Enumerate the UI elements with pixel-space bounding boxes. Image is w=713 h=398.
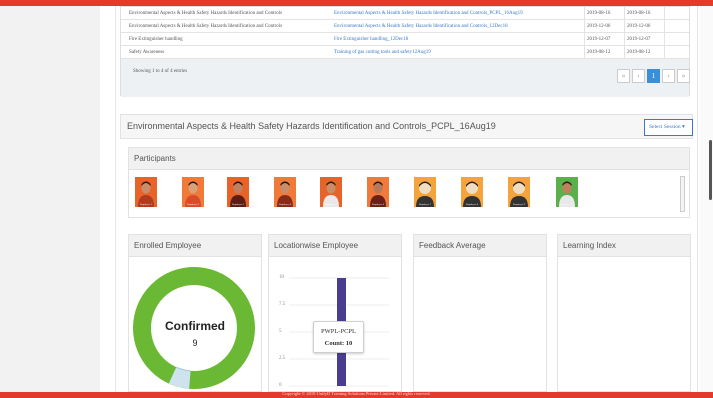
table-row[interactable]: Fire Extinguisher handling Fire Extingui…: [121, 33, 689, 46]
pager-last-button[interactable]: »: [677, 69, 690, 83]
participant-name: Employee 6: [371, 203, 384, 206]
pager-page-1-button[interactable]: 1: [647, 69, 660, 83]
start-date: 2019-12-07: [587, 37, 611, 42]
end-date: 2019-12-07: [627, 37, 651, 42]
table-row[interactable]: Environmental Aspects & Health Safety Ha…: [121, 7, 689, 20]
participant-avatar[interactable]: Employee 3: [227, 177, 249, 207]
pager-first-button[interactable]: «: [617, 69, 630, 83]
column-divider: [624, 7, 625, 59]
y-tick-label: 2.5: [279, 356, 286, 361]
course-title: Environmental Aspects & Health Safety Ha…: [129, 24, 283, 29]
column-divider: [664, 7, 665, 59]
donut-segment-other[interactable]: [168, 367, 191, 389]
participant-avatar[interactable]: Employee 2: [182, 177, 204, 207]
location-bar-chart: [289, 277, 389, 387]
y-tick-label: 10: [279, 275, 284, 280]
y-tick-label: 5: [279, 329, 282, 334]
y-tick-label: 7.5: [279, 302, 286, 307]
card-header: Learning Index: [558, 235, 690, 257]
page-scrollbar[interactable]: [700, 6, 713, 392]
participant-name: Employee 3: [231, 203, 244, 206]
participants-title: Participants: [134, 154, 176, 163]
start-date: 2019-12-06: [587, 24, 611, 29]
pagination: « ‹ 1 › »: [617, 69, 690, 83]
sessions-table: Environmental Aspects & Health Safety Ha…: [120, 6, 690, 97]
table-row[interactable]: Safety Awareness Training of gas cutting…: [121, 46, 689, 59]
participant-avatar[interactable]: Employee 6: [367, 177, 389, 207]
learning-index-card: Learning Index: [557, 234, 691, 392]
session-link[interactable]: Environmental Aspects & Health Safety Ha…: [334, 7, 584, 20]
table-row[interactable]: Environmental Aspects & Health Safety Ha…: [121, 20, 689, 33]
participant-name: Employee 5: [324, 203, 337, 206]
participant-avatar[interactable]: Employee 4: [274, 177, 296, 207]
card-title: Feedback Average: [419, 241, 486, 250]
locationwise-employee-card: Locationwise Employee 10 7.5 5 2.5 0 PWP…: [268, 234, 402, 392]
participant-name: Employee 8: [465, 203, 478, 206]
donut-center-value: 9: [192, 338, 198, 348]
y-tick-label: 0: [279, 383, 282, 388]
end-date: 2019-08-16: [627, 11, 651, 16]
start-date: 2019-08-16: [587, 11, 611, 16]
participant-name: Employee 4: [278, 203, 291, 206]
select-session-dropdown[interactable]: Select Session ▾: [644, 119, 693, 136]
tooltip-count: Count: 10: [324, 340, 353, 347]
scrollbar-thumb[interactable]: [709, 140, 712, 200]
chart-tooltip: PWPL-PCPL Count: 10: [313, 321, 364, 353]
footer: Copyright © 2019 UnifyD Training Solutio…: [0, 391, 713, 398]
participant-avatar[interactable]: Employee 9: [508, 177, 530, 207]
participant-avatar[interactable]: Employee 5: [320, 177, 342, 207]
participant-name: Employee 7: [418, 203, 431, 206]
enrolled-employee-card: Enrolled Employee Confirmed 9: [128, 234, 262, 392]
participant-avatar[interactable]: Employee 10: [556, 177, 578, 207]
enrolled-donut-chart: [133, 267, 255, 389]
participant-name: Employee 2: [186, 203, 199, 206]
participant-avatar[interactable]: Employee 1: [135, 177, 157, 207]
feedback-average-card: Feedback Average: [413, 234, 547, 392]
pager-prev-button[interactable]: ‹: [632, 69, 645, 83]
entries-info: Showing 1 to 4 of 4 entries: [133, 69, 188, 74]
end-date: 2019-12-06: [627, 24, 651, 29]
participant-name: Employee 9: [512, 203, 525, 206]
card-header: Feedback Average: [414, 235, 546, 257]
participants-scrollbar[interactable]: [680, 176, 685, 212]
session-link[interactable]: Environmental Aspects & Health Safety Ha…: [334, 20, 584, 33]
participants-list: Employee 1 Employee 2 Employee 3 Employee 4…: [128, 170, 690, 218]
donut-center-label: Confirmed: [165, 319, 225, 333]
pager-next-button[interactable]: ›: [662, 69, 675, 83]
session-header: Environmental Aspects & Health Safety Ha…: [120, 114, 693, 139]
participant-avatar[interactable]: Employee 8: [461, 177, 483, 207]
session-link[interactable]: Training of gas cutting tools and safety…: [334, 46, 584, 59]
table-footer: Showing 1 to 4 of 4 entries « ‹ 1 › »: [121, 59, 690, 97]
course-title: Fire Extinguisher handling: [129, 37, 183, 42]
participant-name: Employee 10: [560, 203, 574, 206]
end-date: 2019-08-12: [627, 50, 651, 55]
participant-avatar[interactable]: Employee 7: [414, 177, 436, 207]
course-title: Safety Awareness: [129, 50, 165, 55]
course-title: Environmental Aspects & Health Safety Ha…: [129, 11, 283, 16]
start-date: 2019-08-12: [587, 50, 611, 55]
session-link[interactable]: Fire Extinguisher handling_12Dec18: [334, 33, 584, 46]
column-divider: [584, 7, 585, 59]
tooltip-location: PWPL-PCPL: [320, 328, 357, 335]
footer-copyright: Copyright © 2019 UnifyD Training Solutio…: [282, 391, 431, 396]
participants-header: Participants: [128, 147, 690, 170]
session-title: Environmental Aspects & Health Safety Ha…: [127, 121, 496, 131]
card-title: Learning Index: [563, 241, 616, 250]
sidebar: [0, 6, 100, 392]
participant-name: Employee 1: [139, 203, 152, 206]
